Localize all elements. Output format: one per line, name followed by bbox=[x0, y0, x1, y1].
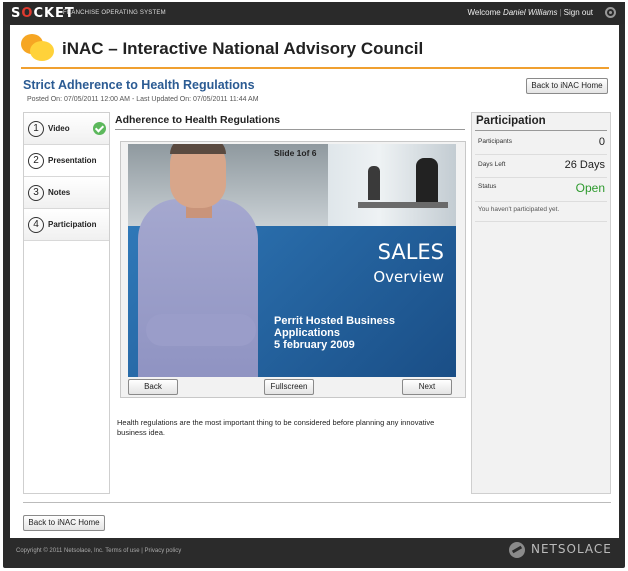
privacy-link[interactable]: Privacy policy bbox=[145, 548, 182, 554]
participation-panel: Participation Participants 0 Days Left 2… bbox=[471, 112, 611, 494]
app-title: iNAC – Interactive National Advisory Cou… bbox=[62, 39, 424, 58]
slide-subheading: Overview bbox=[373, 268, 444, 286]
welcome-text: Welcome Daniel Williams | Sign out bbox=[467, 8, 593, 17]
netsolace-logo-text: NETSOLACE bbox=[531, 542, 612, 556]
bottom-divider bbox=[23, 502, 611, 503]
slide-next-button[interactable]: Next bbox=[402, 379, 452, 395]
step-notes[interactable]: 3 Notes bbox=[24, 177, 109, 209]
slide-back-button[interactable]: Back bbox=[128, 379, 178, 395]
step-number: 3 bbox=[28, 185, 44, 201]
terms-link[interactable]: Terms of use bbox=[105, 548, 139, 554]
title-divider bbox=[21, 67, 609, 69]
content-divider bbox=[115, 129, 465, 130]
status-badge: Open bbox=[575, 181, 605, 195]
slide-image: Slide 1of 6 SALES Overview Perrit Hosted… bbox=[128, 144, 456, 377]
participants-row: Participants 0 bbox=[475, 133, 607, 155]
step-label: Video bbox=[48, 124, 70, 133]
main-panel: iNAC – Interactive National Advisory Cou… bbox=[10, 25, 619, 538]
user-name: Daniel Williams bbox=[502, 8, 558, 17]
participation-title: Participation bbox=[476, 115, 546, 127]
back-to-home-bottom-button[interactable]: Back to iNAC Home bbox=[23, 515, 105, 531]
step-number: 1 bbox=[28, 121, 44, 137]
slide-counter: Slide 1of 6 bbox=[274, 148, 317, 158]
chat-bubbles-icon bbox=[21, 34, 57, 64]
participation-note: You haven't participated yet. bbox=[478, 206, 560, 213]
days-left-value: 26 Days bbox=[564, 159, 605, 171]
days-left-row: Days Left 26 Days bbox=[475, 155, 607, 178]
step-label: Presentation bbox=[48, 156, 97, 165]
step-label: Participation bbox=[48, 220, 97, 229]
steps-sidebar: 1 Video 2 Presentation 3 Notes 4 Partici… bbox=[23, 112, 110, 494]
back-to-home-button[interactable]: Back to iNAC Home bbox=[526, 78, 608, 94]
step-presentation[interactable]: 2 Presentation bbox=[24, 145, 109, 177]
slide-heading: SALES bbox=[377, 240, 444, 264]
content-title: Adherence to Health Regulations bbox=[115, 114, 281, 126]
app-frame: SOCKET FRANCHISE OPERATING SYSTEM Welcom… bbox=[3, 2, 625, 568]
fullscreen-button[interactable]: Fullscreen bbox=[264, 379, 314, 395]
netsolace-logo-icon bbox=[509, 542, 525, 558]
page-title: Strict Adherence to Health Regulations bbox=[23, 78, 255, 92]
footer-text: Copyright © 2011 Netsolace, Inc. Terms o… bbox=[16, 548, 182, 554]
participants-count: 0 bbox=[598, 136, 605, 148]
slide-line-1: Perrit Hosted Business Applications bbox=[274, 315, 396, 339]
slide-line-2: 5 february 2009 bbox=[274, 339, 355, 351]
status-row: Status Open bbox=[475, 178, 607, 202]
slide-viewer: Slide 1of 6 SALES Overview Perrit Hosted… bbox=[120, 141, 466, 398]
description-text: Health regulations are the most importan… bbox=[117, 418, 435, 437]
brand-subtitle: FRANCHISE OPERATING SYSTEM bbox=[63, 10, 166, 16]
gear-icon[interactable] bbox=[605, 7, 616, 18]
post-meta: Posted On: 07/05/2011 12:00 AM - Last Up… bbox=[27, 96, 259, 103]
sign-out-link[interactable]: Sign out bbox=[564, 8, 593, 17]
step-participation[interactable]: 4 Participation bbox=[24, 209, 109, 241]
step-video[interactable]: 1 Video bbox=[24, 113, 109, 145]
step-number: 4 bbox=[28, 217, 44, 233]
check-icon bbox=[93, 122, 106, 135]
step-number: 2 bbox=[28, 153, 44, 169]
presenter-photo bbox=[138, 199, 258, 377]
step-label: Notes bbox=[48, 188, 71, 197]
office-photo bbox=[328, 144, 456, 226]
top-bar: SOCKET FRANCHISE OPERATING SYSTEM Welcom… bbox=[3, 2, 625, 24]
